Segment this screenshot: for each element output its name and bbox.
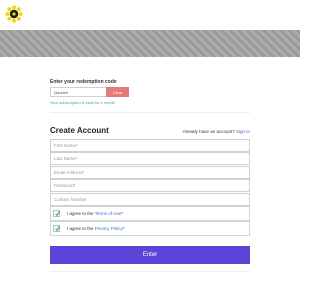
clear-button[interactable]: Clear [106, 87, 129, 97]
enter-button[interactable]: Enter [50, 246, 250, 264]
already-have-account-text: Already have an account? [182, 129, 235, 134]
footer-divider [50, 271, 250, 272]
password-field[interactable] [50, 179, 250, 192]
redemption-code-label: Enter your redemption code [50, 79, 117, 85]
subscription-valid-message: Your subscription is valid for 1 month [50, 100, 116, 105]
contact-number-field[interactable] [50, 193, 250, 206]
terms-of-use-link[interactable]: Terms of Use [95, 211, 122, 216]
privacy-policy-link[interactable]: Privacy Policy [95, 226, 123, 231]
section-divider [50, 112, 250, 113]
terms-of-use-row: I agree to the Terms of Use* [50, 206, 250, 221]
privacy-prefix: I agree to the [67, 226, 94, 231]
last-name-field[interactable] [50, 152, 250, 165]
create-account-title: Create Account [50, 126, 109, 135]
sign-in-link[interactable]: Sign In [236, 129, 250, 134]
privacy-required-mark: * [122, 226, 125, 231]
terms-prefix: I agree to the [67, 211, 94, 216]
first-name-field[interactable] [50, 139, 250, 152]
already-have-account: Already have an account? Sign In [183, 129, 250, 134]
terms-checkbox[interactable] [53, 210, 60, 217]
privacy-policy-row: I agree to the Privacy Policy* [50, 221, 250, 236]
terms-required-mark: * [121, 211, 123, 216]
check-icon [55, 210, 60, 217]
terms-label: I agree to the Terms of Use* [67, 211, 123, 216]
email-field[interactable] [50, 166, 250, 179]
privacy-label: I agree to the Privacy Policy* [67, 226, 125, 231]
redemption-code-input[interactable] [50, 87, 106, 97]
header-banner [0, 30, 300, 57]
privacy-checkbox[interactable] [53, 225, 60, 232]
check-icon [55, 225, 60, 232]
sun-logo-icon[interactable] [5, 5, 23, 23]
